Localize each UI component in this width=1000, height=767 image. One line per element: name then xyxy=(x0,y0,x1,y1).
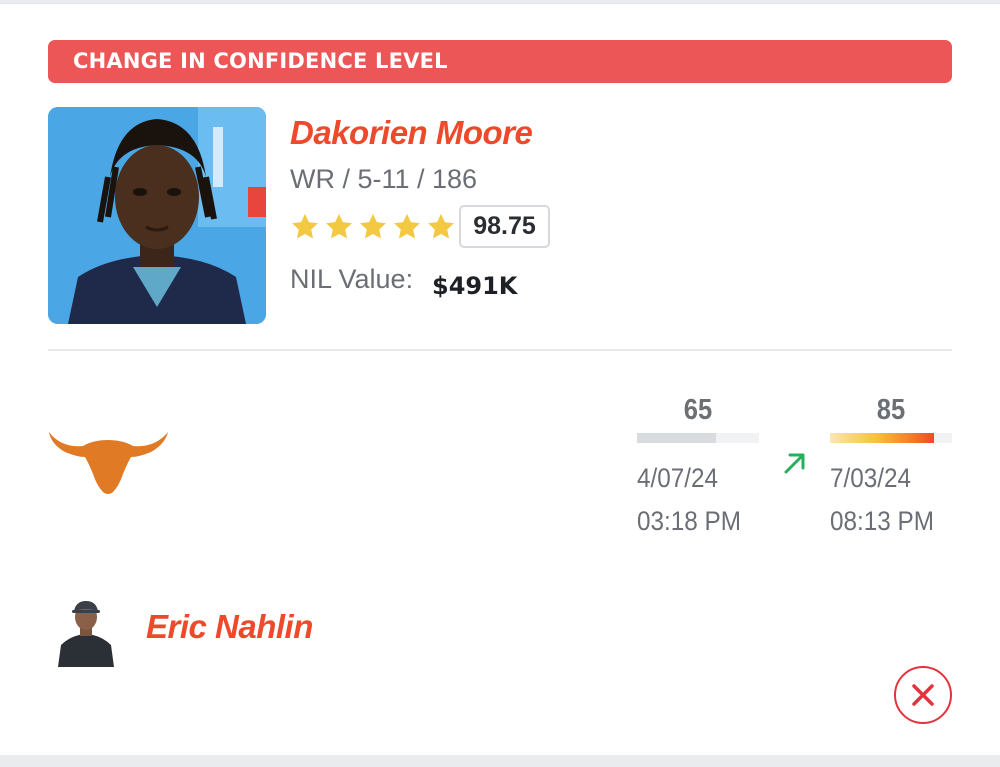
coach-avatar[interactable] xyxy=(56,597,116,667)
divider xyxy=(48,349,952,351)
current-confidence-bar xyxy=(830,433,952,443)
star-rating xyxy=(290,207,456,247)
coach-name-link[interactable]: Eric Nahlin xyxy=(146,608,313,646)
previous-prediction-time: 03:18 PM xyxy=(637,506,742,536)
player-position-height-weight: WR / 5-11 / 186 xyxy=(290,164,478,194)
star-icon xyxy=(428,213,454,239)
nil-value-amount: $491K xyxy=(432,272,518,300)
current-prediction-time: 08:13 PM xyxy=(830,506,935,536)
nil-value-label: NIL Value: xyxy=(290,264,414,294)
rating-score-badge: 98.75 xyxy=(459,205,550,248)
close-icon xyxy=(912,684,934,706)
close-button[interactable] xyxy=(894,666,952,724)
current-prediction-date: 7/03/24 xyxy=(830,463,912,493)
previous-confidence-value: 65 xyxy=(683,394,713,426)
star-icon xyxy=(292,213,318,239)
longhorn-logo-icon[interactable] xyxy=(47,424,170,496)
previous-prediction: 65 4/07/24 03:18 PM xyxy=(637,394,759,537)
star-icon xyxy=(360,213,386,239)
previous-prediction-date: 4/07/24 xyxy=(637,463,719,493)
previous-confidence-bar xyxy=(637,433,759,443)
current-confidence-value: 85 xyxy=(876,394,906,426)
player-headshot-image xyxy=(48,107,266,324)
banner-title: CHANGE IN CONFIDENCE LEVEL xyxy=(48,40,952,83)
current-confidence-bar-fill xyxy=(830,433,934,443)
player-photo[interactable] xyxy=(48,107,266,324)
current-prediction: 85 7/03/24 08:13 PM xyxy=(830,394,952,537)
trend-up-arrow-icon xyxy=(784,453,805,474)
previous-confidence-bar-fill xyxy=(637,433,716,443)
star-icon xyxy=(326,213,352,239)
player-name-link[interactable]: Dakorien Moore xyxy=(290,114,533,152)
star-icon xyxy=(394,213,420,239)
confidence-change-card: CHANGE IN CONFIDENCE LEVEL Dakorien Moor… xyxy=(0,3,1000,755)
